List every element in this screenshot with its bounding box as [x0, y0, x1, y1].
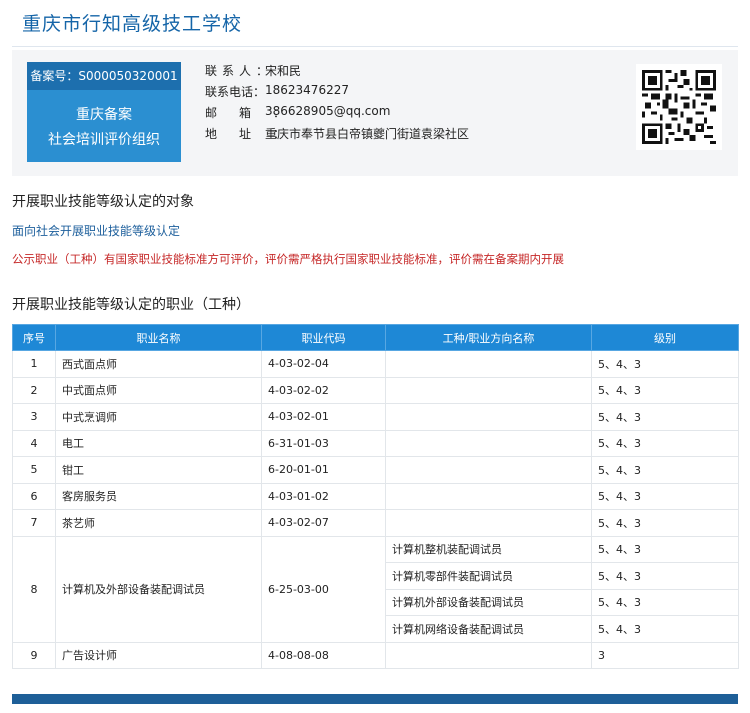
table-row: 9 广告设计师 4-08-08-08 3: [12, 641, 739, 669]
cell-level: 5、4、3: [591, 588, 739, 616]
table-row: 4 电工 6-31-01-03 5、4、3: [12, 429, 739, 457]
cell-no: 4: [12, 429, 56, 457]
cell-name: 钳工: [55, 456, 262, 484]
cell-direction: [385, 350, 592, 378]
badge-line-1: 重庆备案: [76, 107, 132, 123]
cell-direction: 计算机整机装配调试员: [385, 535, 592, 563]
table-row: 7 茶艺师 4-03-02-07 5、4、3: [12, 509, 739, 537]
contact-email-label: 邮箱：: [205, 106, 308, 120]
cell-direction: 计算机网络设备装配调试员: [385, 615, 592, 643]
cell-code: 4-08-08-08: [261, 641, 386, 669]
table-row: 8 计算机及外部设备装配调试员 6-25-03-00 计算机整机装配调试员 5、…: [12, 535, 739, 643]
cell-code: 4-03-02-04: [261, 350, 386, 378]
cell-direction: [385, 509, 592, 537]
cell-level: 5、4、3: [591, 350, 739, 378]
cell-direction: [385, 482, 592, 510]
cell-code: 6-20-01-01: [261, 456, 386, 484]
col-header-no: 序号: [12, 324, 56, 351]
school-title: 重庆市行知高级技工学校: [22, 13, 243, 35]
cell-direction: [385, 376, 592, 404]
cell-no: 6: [12, 482, 56, 510]
cell-name: 中式面点师: [55, 376, 262, 404]
table-body: 1 西式面点师 4-03-02-04 5、4、3 2 中式面点师 4-03-02…: [12, 350, 739, 669]
contact-address-value: 重庆市奉节县白帝镇夔门街道袁梁社区: [265, 127, 470, 141]
jobs-section-title: 开展职业技能等级认定的职业（工种）: [12, 297, 250, 313]
col-header-level: 级别: [591, 324, 739, 351]
cell-level: 5、4、3: [591, 403, 739, 431]
cell-no: 9: [12, 641, 56, 669]
table-header-row: 序号 职业名称 职业代码 工种/职业方向名称 级别: [12, 324, 739, 351]
cell-level: 5、4、3: [591, 535, 739, 563]
cell-code: 4-03-02-01: [261, 403, 386, 431]
cell-code: 6-25-03-00: [261, 535, 386, 643]
cell-name: 西式面点师: [55, 350, 262, 378]
col-header-code: 职业代码: [261, 324, 386, 351]
cell-name: 中式烹调师: [55, 403, 262, 431]
cell-direction: [385, 641, 592, 669]
record-badge: 备案号：S000050320001 重庆备案 社会培训评价组织: [27, 62, 181, 162]
cell-code: 6-31-01-03: [261, 429, 386, 457]
cell-no: 5: [12, 456, 56, 484]
cell-name: 客房服务员: [55, 482, 262, 510]
cell-level: 5、4、3: [591, 615, 739, 643]
qr-code-graphic: [642, 70, 716, 144]
cell-level: 5、4、3: [591, 376, 739, 404]
table-row: 6 客房服务员 4-03-01-02 5、4、3: [12, 482, 739, 510]
cell-level: 5、4、3: [591, 429, 739, 457]
contact-person-label: 联系人：: [205, 64, 274, 78]
occupation-table: 序号 职业名称 职业代码 工种/职业方向名称 级别 1 西式面点师 4-03-0…: [12, 324, 739, 669]
target-description: 面向社会开展职业技能等级认定: [12, 224, 181, 238]
contact-address-label: 地址：: [205, 127, 308, 141]
cell-level: 3: [591, 641, 739, 669]
col-header-direction: 工种/职业方向名称: [385, 324, 592, 351]
contact-address-row: 地址： 重庆市奉节县白帝镇夔门街道袁梁社区: [205, 125, 469, 142]
cell-direction: 计算机零部件装配调试员: [385, 562, 592, 590]
record-number: 备案号：S000050320001: [27, 62, 181, 90]
cell-name: 电工: [55, 429, 262, 457]
contact-phone-value: 18623476227: [265, 83, 349, 97]
cell-level: 5、4、3: [591, 562, 739, 590]
title-divider: [12, 46, 738, 47]
cell-no: 1: [12, 350, 56, 378]
contact-email-value[interactable]: 386628905@qq.com: [265, 104, 390, 121]
contact-phone-label: 联系电话：: [205, 85, 266, 99]
cell-name: 广告设计师: [55, 641, 262, 669]
cell-no: 2: [12, 376, 56, 404]
badge-line-2: 社会培训评价组织: [48, 132, 160, 148]
contact-email-row: 邮箱： 386628905@qq.com: [205, 104, 390, 121]
contact-phone-row: 联系电话： 18623476227: [205, 83, 349, 100]
col-header-name: 职业名称: [55, 324, 262, 351]
notice-text: 公示职业（工种）有国家职业技能标准方可评价，评价需严格执行国家职业技能标准，评价…: [12, 252, 564, 266]
cell-level: 5、4、3: [591, 482, 739, 510]
footer-bar: [12, 694, 738, 704]
target-section-title: 开展职业技能等级认定的对象: [12, 194, 194, 210]
cell-level: 5、4、3: [591, 456, 739, 484]
cell-direction: 计算机外部设备装配调试员: [385, 588, 592, 616]
cell-code: 4-03-02-07: [261, 509, 386, 537]
contact-person-value: 宋和民: [265, 64, 302, 78]
cell-no: 8: [12, 535, 56, 643]
cell-name: 茶艺师: [55, 509, 262, 537]
cell-direction: [385, 456, 592, 484]
cell-no: 3: [12, 403, 56, 431]
qr-code-icon[interactable]: [636, 64, 722, 150]
cell-direction: [385, 403, 592, 431]
table-row: 5 钳工 6-20-01-01 5、4、3: [12, 456, 739, 484]
cell-code: 4-03-02-02: [261, 376, 386, 404]
cell-level: 5、4、3: [591, 509, 739, 537]
cell-no: 7: [12, 509, 56, 537]
cell-direction: [385, 429, 592, 457]
table-row: 1 西式面点师 4-03-02-04 5、4、3: [12, 350, 739, 378]
contact-person-row: 联系人： 宋和民: [205, 62, 301, 79]
table-row: 2 中式面点师 4-03-02-02 5、4、3: [12, 376, 739, 404]
cell-code: 4-03-01-02: [261, 482, 386, 510]
table-row: 3 中式烹调师 4-03-02-01 5、4、3: [12, 403, 739, 431]
cell-name: 计算机及外部设备装配调试员: [55, 535, 262, 643]
